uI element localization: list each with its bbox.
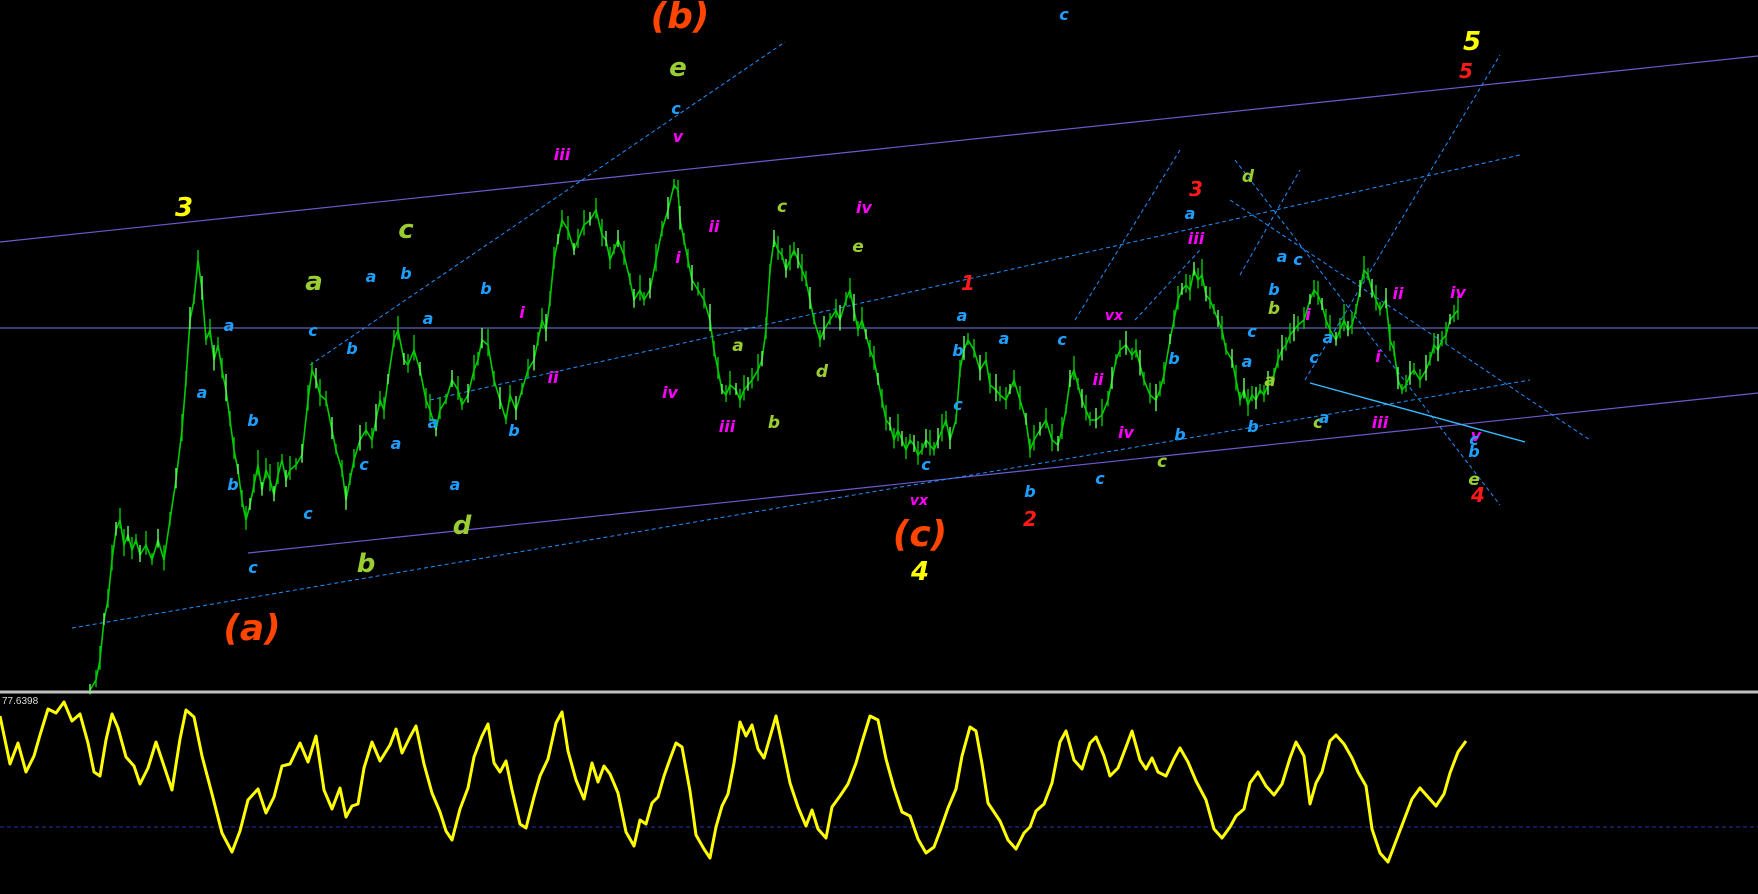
wave-label: a (224, 316, 235, 335)
wave-label: (a) (223, 608, 280, 649)
wave-label: c (248, 558, 258, 577)
wave-label: iii (554, 145, 571, 164)
wave-label: 5 (1459, 59, 1473, 83)
wave-label: a (1242, 352, 1253, 371)
wave-label: d (816, 362, 829, 382)
wave-label: b (400, 264, 411, 283)
trendline-base-channel (71, 379, 1531, 629)
wave-label: c (1293, 250, 1303, 269)
wave-label: ii (1393, 284, 1404, 303)
wave-label: 3 (175, 193, 193, 223)
wave-label: a (428, 413, 439, 432)
wave-label: b (247, 411, 258, 430)
wave-label: iv (1450, 283, 1466, 302)
wave-label: iii (1372, 413, 1389, 432)
wave-label: iii (719, 417, 736, 436)
trendline-wedge-lower-solid (1309, 382, 1526, 443)
wave-label: b (1174, 425, 1185, 444)
price-line (89, 183, 1459, 691)
wave-label: e (669, 53, 687, 83)
trendline-wedge-right (1234, 159, 1501, 506)
wave-label: d (1242, 167, 1255, 187)
wave-label: b (768, 413, 780, 433)
wave-label: (c) (893, 514, 947, 555)
wave-label: 2 (1023, 507, 1037, 531)
wave-label: 1 (961, 271, 975, 295)
wave-label: iv (1118, 423, 1134, 442)
wave-label: b (952, 341, 963, 360)
wave-label: c (1095, 469, 1105, 488)
wave-label: c (1059, 5, 1069, 24)
wave-label: b (1268, 299, 1280, 319)
wave-label: d (453, 511, 472, 541)
trendline-wedge-upper (1229, 199, 1591, 441)
wave-label: a (450, 475, 461, 494)
wave-label: ii (548, 368, 559, 387)
wave-label: b (1168, 349, 1179, 368)
wave-label: vx (1105, 308, 1124, 324)
wave-label: 4 (1470, 483, 1485, 507)
wave-label: v (673, 127, 684, 146)
wave-label: c (777, 197, 787, 217)
oscillator-value-label: 77.6398 (2, 696, 39, 707)
oscillator-line (0, 700, 1468, 864)
wave-label: iv (856, 198, 872, 217)
trendline-mid-channel (429, 154, 1521, 401)
wave-label: c (359, 455, 369, 474)
wave-label: a (391, 434, 402, 453)
wave-label: a (1323, 328, 1334, 347)
wave-label: 5 (1463, 27, 1481, 57)
wave-label: c (953, 395, 963, 414)
wave-label: c (303, 504, 313, 523)
chart-window: (b) (a) (c) 3 4 5 e c a d b c e a d b c d b a c e 1 2 3 4 5 iii v ii i… (0, 0, 1758, 890)
wave-label: c (308, 321, 318, 340)
trendline-wave-5-up (1304, 54, 1501, 381)
wave-label: b (346, 339, 357, 358)
price-chart: (b)(a)(c)345ecadbceadbcdbace12345iiiviii… (0, 0, 1758, 864)
wave-label: b (1024, 482, 1035, 501)
wave-label: a (732, 336, 743, 356)
wave-label: a (1185, 204, 1196, 223)
wave-label: e (852, 237, 864, 257)
wave-label: a (999, 329, 1010, 348)
wave-label: a (423, 309, 434, 328)
wave-label: a (305, 267, 323, 297)
wave-label: c (921, 455, 931, 474)
wave-label: c (1057, 330, 1067, 349)
wave-label: b (1247, 417, 1258, 436)
wave-label: c (671, 99, 681, 118)
wave-label: b (357, 549, 376, 579)
wave-label: iv (662, 383, 678, 402)
wave-label: c (398, 215, 414, 245)
wave-label: c (1309, 348, 1319, 367)
wave-label: c (1157, 452, 1167, 472)
wave-label: a (197, 383, 208, 402)
wave-label: a (366, 267, 377, 286)
wave-label: c (1469, 430, 1479, 449)
wave-label: b (227, 475, 238, 494)
wave-label: 4 (910, 557, 929, 587)
wave-label: (b) (651, 0, 710, 37)
wave-label: c (1247, 322, 1257, 341)
wave-label: iii (1188, 229, 1205, 248)
wave-label: ii (1093, 370, 1104, 389)
wave-label: b (508, 421, 519, 440)
wave-label: i (519, 303, 525, 322)
wave-label: 3 (1189, 177, 1203, 201)
wave-label: b (1268, 280, 1279, 299)
channel-upper-line (0, 55, 1758, 243)
channel-lower-line (247, 392, 1758, 554)
wave-label: a (957, 306, 968, 325)
wave-label: i (675, 248, 681, 267)
wave-label: i (1375, 347, 1381, 366)
wave-label: b (480, 279, 491, 298)
wave-label: i (1305, 305, 1311, 324)
wave-label: a (1264, 371, 1275, 391)
wave-label: a (1277, 247, 1288, 266)
wave-label: a (1319, 408, 1330, 427)
wave-label: vx (910, 493, 929, 509)
wave-label: ii (709, 217, 720, 236)
